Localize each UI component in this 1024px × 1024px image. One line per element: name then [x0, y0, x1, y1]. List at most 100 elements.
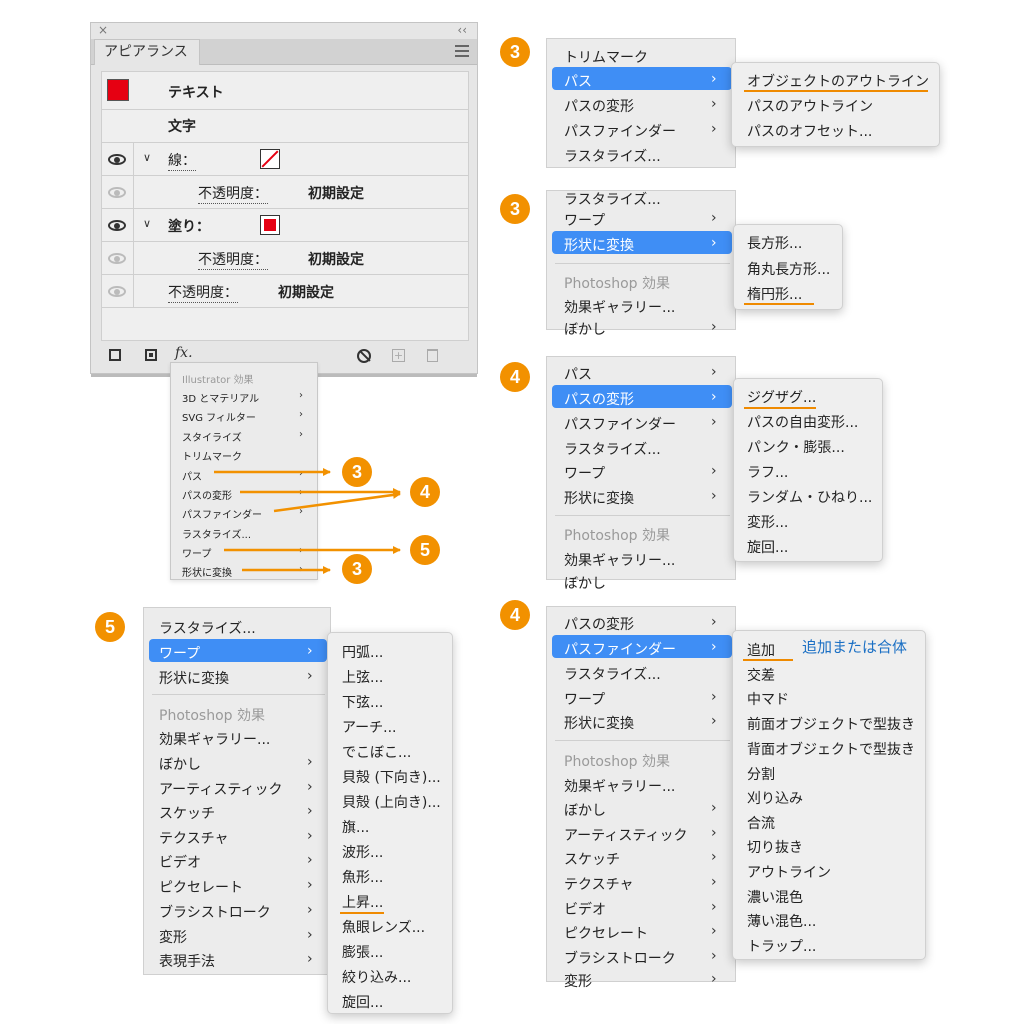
menu-item[interactable]: ブラシストローク	[159, 902, 271, 922]
menu-item[interactable]: パス	[564, 364, 592, 384]
menu-item[interactable]: アーティスティック	[564, 825, 687, 845]
menu-item[interactable]: 刈り込み	[747, 788, 803, 808]
menu-item[interactable]: アウトライン	[747, 862, 831, 882]
menu-item[interactable]: 下弦...	[342, 692, 383, 712]
menu-item[interactable]: ぼかし	[564, 319, 606, 339]
step-badge: 3	[342, 554, 372, 584]
menu-item[interactable]: ラスタライズ...	[564, 189, 661, 209]
menu-item[interactable]: 分割	[747, 764, 775, 784]
menu-item[interactable]: トラップ...	[747, 936, 816, 956]
menu-item[interactable]: ジグザグ...	[747, 387, 816, 407]
menu-item[interactable]: 変形	[564, 971, 592, 991]
menu-item[interactable]: 形状に変換	[564, 235, 634, 255]
menu-item[interactable]: 切り抜き	[747, 837, 803, 857]
chevron-right-icon: ›	[307, 927, 313, 943]
menu-item[interactable]: スケッチ	[564, 849, 620, 869]
menu-item[interactable]: ビデオ	[564, 899, 606, 919]
menu-item[interactable]: 絞り込み...	[342, 967, 411, 987]
effect-submenu-5: パスの変形 › パスファインダー › ラスタライズ... ワープ › 形状に変換 › P…	[546, 606, 736, 990]
menu-item[interactable]: 上昇...	[342, 892, 383, 912]
menu-item[interactable]: 効果ギャラリー...	[564, 297, 675, 317]
menu-item[interactable]: 上弦...	[342, 667, 383, 687]
menu-item[interactable]: でこぼこ...	[342, 742, 411, 762]
menu-item[interactable]: 長方形...	[747, 233, 802, 253]
menu-item[interactable]: 合流	[747, 813, 775, 833]
menu-item[interactable]: 角丸長方形...	[747, 259, 830, 279]
menu-item[interactable]: ラスタライズ...	[564, 146, 661, 166]
chevron-right-icon: ›	[711, 488, 717, 504]
menu-item[interactable]: パスの変形	[564, 614, 634, 634]
menu-item[interactable]: ピクセレート	[159, 877, 243, 897]
menu-item[interactable]: ワープ	[564, 689, 605, 709]
menu-item[interactable]: 効果ギャラリー...	[564, 550, 675, 570]
menu-item[interactable]: パスの変形	[564, 389, 634, 409]
menu-item[interactable]: パスファインダー	[564, 639, 676, 659]
menu-item[interactable]: 表現手法	[159, 951, 215, 971]
effect-submenu-4: ラスタライズ... ワープ › 形状に変換 › Photoshop 効果 効果ギャラ…	[143, 607, 331, 975]
menu-item[interactable]: 追加	[747, 640, 775, 660]
menu-item[interactable]: 魚眼レンズ...	[342, 917, 425, 937]
menu-item[interactable]: パスのオフセット...	[747, 121, 872, 141]
chevron-right-icon: ›	[711, 414, 717, 430]
menu-item[interactable]: 膨張...	[342, 942, 383, 962]
menu-item[interactable]: 薄い混色...	[747, 911, 816, 931]
warp-submenu: 円弧... 上弦... 下弦... アーチ... でこぼこ... 貝殻 (下向き…	[327, 632, 453, 1014]
menu-item[interactable]: 変形...	[747, 512, 788, 532]
menu-item[interactable]: ランダム・ひねり...	[747, 487, 872, 507]
menu-item[interactable]: 貝殻 (上向き)...	[342, 792, 441, 812]
menu-item[interactable]: 旗...	[342, 817, 369, 837]
menu-item[interactable]: パスの自由変形...	[747, 412, 858, 432]
menu-item[interactable]: スケッチ	[159, 803, 215, 823]
menu-item[interactable]: ワープ	[564, 463, 605, 483]
step-badge: 4	[500, 362, 530, 392]
menu-item[interactable]: ブラシストローク	[564, 948, 676, 968]
menu-item[interactable]: テクスチャ	[159, 828, 228, 848]
menu-item[interactable]: パス	[564, 71, 592, 91]
menu-item[interactable]: ぼかし	[564, 800, 606, 820]
menu-item[interactable]: 前面オブジェクトで型抜き	[747, 714, 915, 734]
menu-item[interactable]: 楕円形...	[747, 284, 802, 304]
menu-item[interactable]: オブジェクトのアウトライン	[747, 71, 929, 91]
menu-item[interactable]: ラスタライズ...	[159, 618, 256, 638]
menu-item[interactable]: 旋回...	[747, 537, 788, 557]
highlight-underline	[744, 90, 928, 92]
menu-item[interactable]: 貝殻 (下向き)...	[342, 767, 441, 787]
menu-item[interactable]: 効果ギャラリー...	[159, 729, 270, 749]
menu-item[interactable]: ラスタライズ...	[564, 664, 661, 684]
menu-item[interactable]: パスファインダー	[564, 121, 676, 141]
menu-item[interactable]: 形状に変換	[564, 488, 634, 508]
effect-submenu-1: トリムマーク パス › パスの変形 › パスファインダー › ラスタライズ...	[546, 38, 736, 168]
chevron-right-icon: ›	[711, 614, 717, 630]
menu-item[interactable]: 背面オブジェクトで型抜き	[747, 739, 915, 759]
menu-item[interactable]: パスのアウトライン	[747, 96, 873, 116]
menu-item[interactable]: ピクセレート	[564, 923, 648, 943]
step-badge: 3	[500, 37, 530, 67]
menu-item[interactable]: ワープ	[159, 643, 200, 663]
menu-item[interactable]: 濃い混色	[747, 887, 803, 907]
menu-item[interactable]: アーチ...	[342, 717, 397, 737]
menu-item[interactable]: ラフ...	[747, 462, 788, 482]
menu-item[interactable]: パスの変形	[564, 96, 634, 116]
menu-item[interactable]: アーティスティック	[159, 779, 282, 799]
menu-item[interactable]: 交差	[747, 665, 775, 685]
menu-item[interactable]: 効果ギャラリー...	[564, 776, 675, 796]
menu-item[interactable]: 旋回...	[342, 992, 383, 1012]
menu-item[interactable]: パンク・膨張...	[747, 437, 845, 457]
menu-item[interactable]: 中マド	[747, 689, 789, 709]
menu-item[interactable]: ぼかし	[159, 754, 201, 774]
menu-item[interactable]: 円弧...	[342, 642, 383, 662]
menu-item[interactable]: 変形	[159, 927, 187, 947]
menu-item[interactable]: 形状に変換	[564, 713, 634, 733]
menu-item[interactable]: 形状に変換	[159, 668, 229, 688]
chevron-right-icon: ›	[307, 779, 313, 795]
menu-item[interactable]: 波形...	[342, 842, 383, 862]
step-badge: 3	[342, 457, 372, 487]
menu-item[interactable]: ぼかし	[564, 573, 606, 593]
menu-item[interactable]: ワープ	[564, 210, 605, 230]
menu-item[interactable]: 魚形...	[342, 867, 383, 887]
menu-item[interactable]: ラスタライズ...	[564, 439, 661, 459]
menu-item[interactable]: トリムマーク	[564, 47, 648, 67]
menu-item[interactable]: テクスチャ	[564, 874, 633, 894]
menu-item[interactable]: ビデオ	[159, 852, 201, 872]
menu-item[interactable]: パスファインダー	[564, 414, 676, 434]
